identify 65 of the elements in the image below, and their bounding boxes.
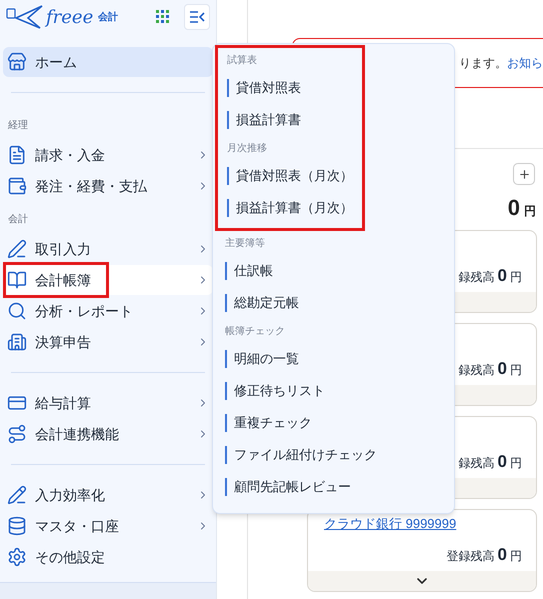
submenu-item[interactable]: 仕訳帳 (213, 255, 454, 287)
airplane-logo-icon (6, 4, 44, 30)
sidebar-item[interactable]: 取引入力 (3, 234, 213, 264)
currency-unit: 円 (510, 548, 522, 564)
group-heading: 帳簿チェック (224, 325, 286, 339)
group-heading: 試算表 (226, 54, 258, 68)
group-heading: 月次推移 (226, 142, 268, 156)
sidebar-item[interactable]: 入力効率化 (3, 480, 213, 510)
route-icon (7, 424, 27, 444)
submenu-item[interactable]: ファイル紐付けチェック (213, 439, 454, 471)
menu-collapse-icon (189, 11, 205, 23)
submenu-item[interactable]: 顧問先記帳レビュー (213, 471, 454, 503)
pen-icon (7, 239, 27, 259)
pencil-icon (7, 485, 27, 505)
balance-label: 登録残高 (446, 548, 495, 564)
magnifier-icon (7, 301, 27, 321)
submenu-item[interactable]: 損益計算書（月次） (218, 192, 362, 224)
sidebar-item[interactable]: ホーム (3, 47, 213, 77)
settings-icon (7, 547, 27, 567)
balance-amount: 0 (498, 264, 507, 286)
notice-link[interactable]: お知ら (507, 54, 543, 72)
document-icon (7, 145, 27, 165)
submenu-item[interactable]: 重複チェック (213, 407, 454, 439)
sidebar-item[interactable]: マスタ・口座 (3, 511, 213, 541)
section-heading: 経理 (7, 119, 29, 133)
plus-icon (518, 168, 530, 180)
submenu-item[interactable]: 修正待ちリスト (213, 375, 454, 407)
section-heading: 会計 (7, 212, 29, 227)
app-grid-icon[interactable] (156, 10, 170, 24)
sidebar-item[interactable]: 会計連携機能 (3, 419, 213, 449)
currency-unit: 円 (524, 203, 536, 220)
currency-unit: 円 (510, 454, 522, 472)
balance-label: 録残高 (458, 268, 495, 286)
submenu-item[interactable]: 貸借対照表（月次） (218, 160, 362, 192)
sidebar-item[interactable]: 会計帳簿 (3, 265, 213, 295)
sidebar-item[interactable]: 決算申告 (3, 327, 213, 357)
submenu-item[interactable]: 貸借対照表 (218, 72, 362, 104)
sidebar-item[interactable]: その他設定 (3, 542, 213, 572)
currency-unit: 円 (510, 268, 522, 286)
sidebar-item[interactable]: 請求・入金 (3, 140, 213, 170)
sidebar-item[interactable]: 発注・経費・支払 (3, 171, 213, 201)
book-icon (7, 270, 27, 290)
submenu-item[interactable]: 損益計算書 (218, 104, 362, 136)
building-icon (7, 332, 27, 352)
group-heading: 主要簿等 (224, 236, 266, 251)
database-icon (7, 516, 27, 536)
submenu-item[interactable]: 総勘定元帳 (213, 287, 454, 319)
currency-unit: 円 (510, 362, 522, 378)
sidebar-item[interactable]: 分析・レポート (3, 296, 213, 326)
balance-label: 録残高 (458, 362, 495, 378)
collapse-menu-button[interactable] (184, 4, 210, 30)
wallet-icon (7, 176, 27, 196)
account-link[interactable]: クラウド銀行 9999999 (324, 514, 522, 534)
notice-text: ります。 (459, 55, 507, 72)
balance-amount: 0 (498, 544, 507, 566)
balance-label: 録残高 (458, 454, 495, 472)
store-icon (7, 52, 27, 72)
brand-logo: freee (46, 6, 94, 30)
sidebar-item[interactable]: 給与計算 (3, 388, 213, 418)
balance-amount: 0 (498, 450, 507, 472)
submenu-item[interactable]: 明細の一覧 (213, 343, 454, 375)
product-name: 会計 (98, 10, 118, 24)
balance-amount: 0 (498, 358, 507, 380)
add-button[interactable] (513, 163, 535, 185)
total-amount: 0 (508, 194, 520, 222)
